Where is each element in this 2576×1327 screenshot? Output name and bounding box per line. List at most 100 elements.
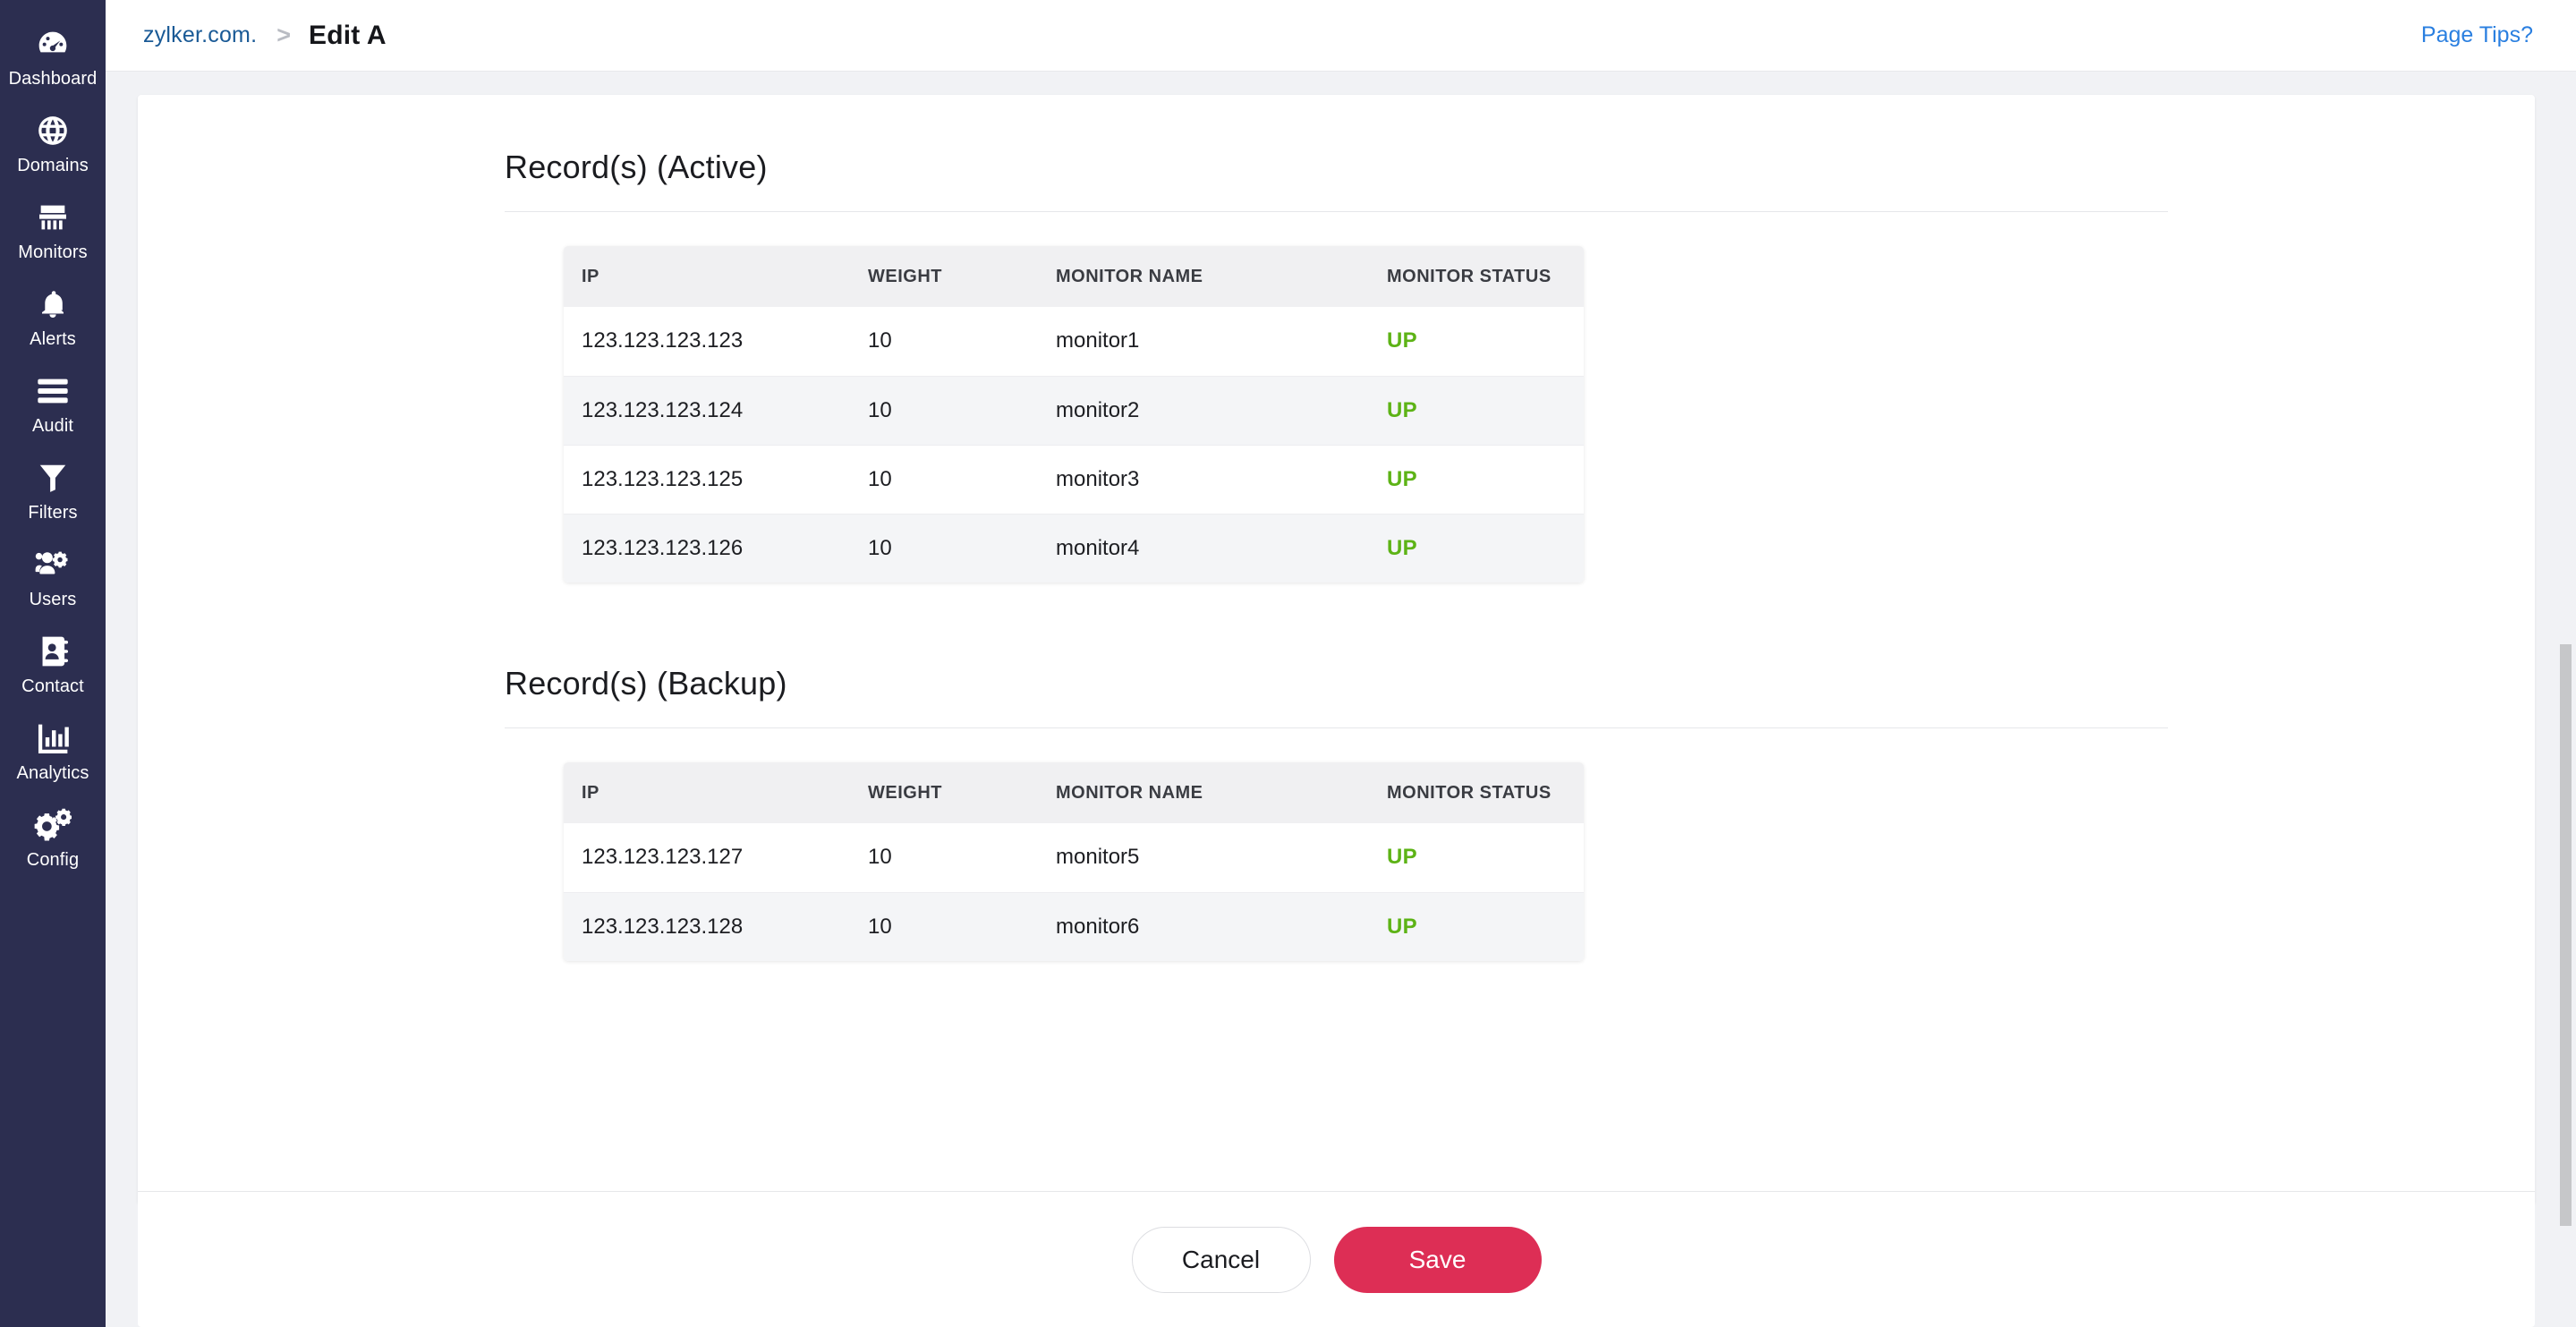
sidebar-item-label: Alerts: [30, 329, 76, 349]
section-title: Record(s) (Active): [138, 149, 2535, 186]
status-badge: UP: [1387, 328, 1417, 353]
sidebar-item-label: Users: [30, 590, 77, 609]
cell-monitor-name: monitor1: [1056, 307, 1387, 376]
cell-weight: 10: [868, 892, 1056, 961]
cell-monitor-name: monitor5: [1056, 823, 1387, 892]
cell-monitor-status: UP: [1387, 514, 1584, 583]
top-header: zylker.com. > Edit A Page Tips?: [106, 0, 2576, 72]
sidebar-item-contact[interactable]: Contact: [0, 620, 106, 707]
column-header-ip: IP: [564, 246, 868, 307]
sidebar-item-monitors[interactable]: Monitors: [0, 186, 106, 273]
table-header-row: IPWEIGHTMONITOR NAMEMONITOR STATUSENABLE: [564, 246, 1584, 307]
breadcrumb-root-link[interactable]: zylker.com.: [143, 22, 257, 48]
sidebar-item-domains[interactable]: Domains: [0, 99, 106, 186]
records-table-wrapper: IPWEIGHTMONITOR NAMEMONITOR STATUSENABLE…: [564, 762, 1584, 961]
records-table: IPWEIGHTMONITOR NAMEMONITOR STATUSENABLE…: [564, 762, 1584, 961]
records-table: IPWEIGHTMONITOR NAMEMONITOR STATUSENABLE…: [564, 246, 1584, 583]
sidebar-item-label: Domains: [17, 156, 89, 175]
table-body: 123.123.123.12310monitor1UP123.123.123.1…: [564, 307, 1584, 583]
column-header-ip: IP: [564, 762, 868, 823]
section-divider: [505, 727, 2168, 728]
users-gear-icon: [34, 546, 72, 583]
sidebar-item-config[interactable]: Config: [0, 794, 106, 880]
sidebar-item-users[interactable]: Users: [0, 533, 106, 620]
column-header-monitor-name: MONITOR NAME: [1056, 762, 1387, 823]
status-badge: UP: [1387, 398, 1417, 422]
section-divider: [505, 211, 2168, 212]
app-root: Dashboard Domains Monitors Alerts Audit Filte…: [0, 0, 2576, 1327]
vertical-scrollbar[interactable]: [2553, 143, 2576, 1327]
contact-book-icon: [34, 633, 72, 670]
status-badge: UP: [1387, 467, 1417, 491]
bar-chart-icon: [34, 719, 72, 757]
cell-weight: 10: [868, 307, 1056, 376]
table-row: 123.123.123.12710monitor5UP: [564, 823, 1584, 892]
sidebar-item-label: Audit: [32, 416, 73, 436]
status-badge: UP: [1387, 914, 1417, 939]
content-scroll-area: Record(s) (Active)IPWEIGHTMONITOR NAMEMO…: [106, 72, 2576, 1327]
list-lines-icon: [34, 372, 72, 410]
form-action-bar: Cancel Save: [138, 1191, 2535, 1327]
bell-icon: [34, 285, 72, 323]
cancel-button[interactable]: Cancel: [1132, 1227, 1311, 1293]
table-row: 123.123.123.12310monitor1UP: [564, 307, 1584, 376]
column-header-monitor-status: MONITOR STATUS: [1387, 246, 1584, 307]
table-head: IPWEIGHTMONITOR NAMEMONITOR STATUSENABLE: [564, 762, 1584, 823]
table-row: 123.123.123.12610monitor4UP: [564, 514, 1584, 583]
sidebar-item-label: Monitors: [18, 242, 88, 262]
status-badge: UP: [1387, 845, 1417, 869]
column-header-weight: WEIGHT: [868, 246, 1056, 307]
page-tips-link[interactable]: Page Tips?: [2421, 22, 2533, 48]
table-body: 123.123.123.12710monitor5UP123.123.123.1…: [564, 823, 1584, 961]
records-section: Record(s) (Active) IPWEIGHTMONITOR NAMEMO…: [138, 149, 2535, 583]
status-badge: UP: [1387, 536, 1417, 560]
sidebar-item-audit[interactable]: Audit: [0, 360, 106, 447]
cell-ip: 123.123.123.128: [564, 892, 868, 961]
cell-monitor-name: monitor3: [1056, 445, 1387, 514]
sections-container: Record(s) (Active)IPWEIGHTMONITOR NAMEMO…: [138, 149, 2535, 961]
breadcrumb-separator-icon: >: [276, 21, 291, 49]
save-button[interactable]: Save: [1334, 1227, 1542, 1293]
sidebar-item-analytics[interactable]: Analytics: [0, 707, 106, 794]
sidebar-item-alerts[interactable]: Alerts: [0, 273, 106, 360]
sidebar-item-dashboard[interactable]: Dashboard: [0, 13, 106, 99]
funnel-icon: [34, 459, 72, 497]
sidebar-item-filters[interactable]: Filters: [0, 447, 106, 533]
cell-monitor-status: UP: [1387, 445, 1584, 514]
cell-monitor-status: UP: [1387, 307, 1584, 376]
cell-ip: 123.123.123.126: [564, 514, 868, 583]
server-rack-icon: [34, 199, 72, 236]
cell-weight: 10: [868, 376, 1056, 445]
dashboard-icon: [34, 25, 72, 63]
sidebar-item-label: Contact: [21, 676, 84, 696]
table-header-row: IPWEIGHTMONITOR NAMEMONITOR STATUSENABLE: [564, 762, 1584, 823]
page-title: Edit A: [309, 21, 387, 51]
cell-weight: 10: [868, 823, 1056, 892]
main-region: zylker.com. > Edit A Page Tips? Record(s…: [106, 0, 2576, 1327]
sidebar-item-label: Config: [27, 850, 79, 870]
records-section: Record(s) (Backup) IPWEIGHTMONITOR NAMEMO…: [138, 665, 2535, 961]
scrollbar-thumb[interactable]: [2560, 644, 2572, 1226]
cell-monitor-status: UP: [1387, 823, 1584, 892]
cell-ip: 123.123.123.127: [564, 823, 868, 892]
sidebar-item-label: Filters: [28, 503, 77, 523]
sidebar-item-label: Analytics: [17, 763, 89, 783]
globe-icon: [34, 112, 72, 149]
records-table-wrapper: IPWEIGHTMONITOR NAMEMONITOR STATUSENABLE…: [564, 246, 1584, 583]
cell-monitor-name: monitor4: [1056, 514, 1387, 583]
sidebar-item-label: Dashboard: [9, 69, 98, 89]
column-header-monitor-name: MONITOR NAME: [1056, 246, 1387, 307]
cell-monitor-name: monitor6: [1056, 892, 1387, 961]
cell-weight: 10: [868, 445, 1056, 514]
table-head: IPWEIGHTMONITOR NAMEMONITOR STATUSENABLE: [564, 246, 1584, 307]
cell-weight: 10: [868, 514, 1056, 583]
column-header-weight: WEIGHT: [868, 762, 1056, 823]
section-title: Record(s) (Backup): [138, 665, 2535, 702]
cell-monitor-status: UP: [1387, 892, 1584, 961]
cell-ip: 123.123.123.124: [564, 376, 868, 445]
sidebar-nav: Dashboard Domains Monitors Alerts Audit Filte…: [0, 0, 106, 1327]
table-row: 123.123.123.12510monitor3UP: [564, 445, 1584, 514]
cell-monitor-name: monitor2: [1056, 376, 1387, 445]
cell-monitor-status: UP: [1387, 376, 1584, 445]
table-row: 123.123.123.12410monitor2UP: [564, 376, 1584, 445]
